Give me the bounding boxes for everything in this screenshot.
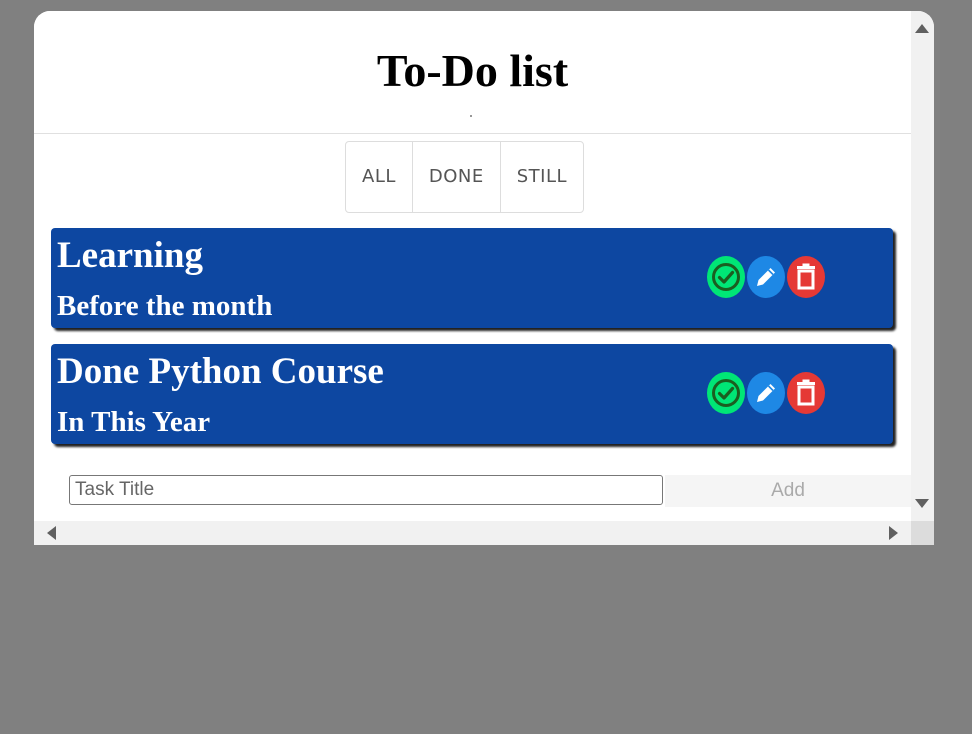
add-button[interactable]: Add [665,475,911,507]
check-icon [712,379,740,407]
pencil-icon [757,384,775,402]
task-card: Done Python Course In This Year [51,344,893,444]
task-subtitle: In This Year [57,406,211,438]
delete-button[interactable] [787,256,825,298]
scroll-content: To-Do list ALL DONE STILL Learning Befor… [34,11,911,521]
scroll-right-icon[interactable] [889,526,898,540]
trash-icon [797,263,815,290]
task-actions [707,256,825,298]
task-title: Learning [57,235,203,276]
filter-group: ALL DONE STILL [345,141,585,213]
task-title-input[interactable] [69,475,663,505]
edit-button[interactable] [747,256,785,298]
check-icon [712,263,740,291]
delete-button[interactable] [787,372,825,414]
filter-all-button[interactable]: ALL [346,142,413,212]
mark-done-button[interactable] [707,256,745,298]
task-subtitle: Before the month [57,290,273,322]
horizontal-scrollbar[interactable] [34,521,911,545]
task-actions [707,372,825,414]
pencil-icon [757,268,775,286]
divider-dot [470,115,472,117]
mark-done-button[interactable] [707,372,745,414]
vertical-scrollbar[interactable] [911,11,934,521]
add-task-form: Add [69,475,911,507]
filter-done-button[interactable]: DONE [413,142,501,212]
scroll-left-icon[interactable] [47,526,56,540]
app-window: To-Do list ALL DONE STILL Learning Befor… [34,11,934,545]
task-title: Done Python Course [57,351,384,392]
filter-still-button[interactable]: STILL [501,142,583,212]
header: To-Do list [34,11,911,134]
task-card: Learning Before the month [51,228,893,328]
scroll-down-icon[interactable] [915,499,929,508]
scroll-up-icon[interactable] [915,24,929,33]
edit-button[interactable] [747,372,785,414]
page-title: To-Do list [376,45,569,96]
scrollbar-corner [911,521,934,545]
trash-icon [797,379,815,406]
